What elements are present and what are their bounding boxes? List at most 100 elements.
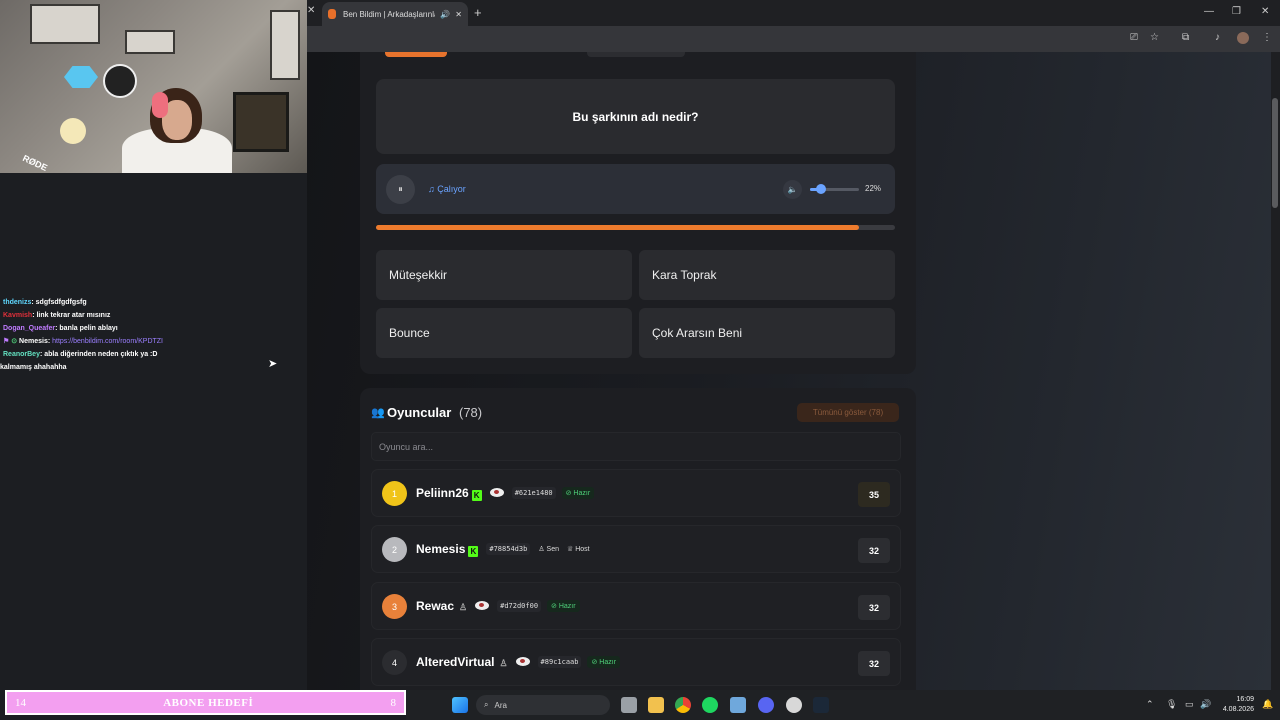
windows-start-icon[interactable] bbox=[452, 697, 468, 713]
clock-time: 16:09 bbox=[1236, 696, 1254, 703]
chat-message: ⚑ ⊙ Nemesis: https://benbildim.com/room/… bbox=[3, 338, 163, 345]
close-tab-icon[interactable]: ✕ bbox=[307, 5, 317, 21]
app-icon[interactable] bbox=[730, 697, 746, 713]
kick-icon: K bbox=[468, 546, 479, 557]
goal-title: ABONE HEDEFİ bbox=[163, 696, 254, 709]
player-name: Peliinn26 bbox=[416, 486, 469, 500]
tab-title: Ben Bildim | Arkadaşlarınla bbox=[343, 9, 436, 19]
tab-audio-icon[interactable]: 🔊 bbox=[440, 10, 450, 19]
chat-message: thdenizs: sdgfsdfgdfgsfg bbox=[3, 299, 87, 306]
player-name: AlteredVirtual bbox=[416, 655, 495, 669]
player-row[interactable]: 4 AlteredVirtual ♙ #89c1caab ⊘ Hazır 32 bbox=[371, 638, 901, 686]
answer-option-4[interactable]: Çok Ararsın Beni bbox=[639, 308, 895, 358]
avatar-pet-icon bbox=[515, 657, 530, 666]
answer-option-2[interactable]: Kara Toprak bbox=[639, 250, 895, 300]
user-icon: ♙ bbox=[459, 602, 468, 612]
player-hash: #78854d3b bbox=[486, 543, 531, 555]
taskbar-clock[interactable]: 16:09 4.08.2026 bbox=[1218, 695, 1254, 715]
player-hash: #621e1480 bbox=[511, 487, 556, 499]
avatar-pet-icon bbox=[475, 601, 490, 610]
avatar-pet-icon bbox=[489, 488, 504, 497]
kick-icon: K bbox=[471, 490, 482, 501]
player-name: Nemesis bbox=[416, 542, 466, 556]
users-icon: 👥 bbox=[371, 407, 385, 419]
discord-icon[interactable] bbox=[758, 697, 774, 713]
stream-chat: thdenizs: sdgfsdfgdfgsfg Kavmish: link t… bbox=[0, 296, 307, 374]
player-search-placeholder: Oyuncu ara... bbox=[379, 441, 434, 452]
tray-chevron-icon[interactable]: ⌃ bbox=[1146, 699, 1154, 710]
playing-status: ♫ Çalıyor bbox=[428, 184, 466, 194]
maximize-button[interactable]: ❐ bbox=[1232, 6, 1241, 17]
browser-toolbar: ⎚ ☆ ⧉ ♪ ⋮ bbox=[307, 26, 1280, 52]
chrome-icon[interactable] bbox=[675, 697, 691, 713]
player-row[interactable]: 1 Peliinn26 K #621e1480 ⊘ Hazır 35 bbox=[371, 469, 901, 517]
player-score: 32 bbox=[858, 538, 890, 563]
player-search-input[interactable]: Oyuncu ara... bbox=[371, 432, 901, 461]
players-count: (78) bbox=[459, 405, 483, 420]
host-badge: ♕ Host bbox=[567, 546, 590, 553]
rank-badge: 1 bbox=[382, 481, 407, 506]
chat-message: Dogan_Queafer: banla pelin ablayı bbox=[3, 325, 118, 332]
show-all-button[interactable]: Tümünü göster (78) bbox=[797, 403, 899, 422]
profile-avatar[interactable] bbox=[1237, 32, 1249, 44]
subscriber-goal-bar: 14 ABONE HEDEFİ 8 bbox=[5, 690, 406, 715]
volume-icon[interactable]: 🔈 bbox=[783, 180, 802, 199]
close-window-button[interactable]: ✕ bbox=[1261, 6, 1269, 17]
pause-button[interactable]: ⏸ bbox=[386, 175, 415, 204]
goal-target: 8 bbox=[390, 696, 396, 709]
network-icon[interactable]: ▭ bbox=[1185, 699, 1194, 710]
timer-indicator bbox=[385, 52, 447, 57]
answer-option-1[interactable]: Müteşekkir bbox=[376, 250, 632, 300]
taskbar-search[interactable]: ⌕ Ara bbox=[476, 695, 610, 715]
browser-tab[interactable]: Ben Bildim | Arkadaşlarınla 🔊 ✕ bbox=[322, 2, 468, 26]
song-progress-fill bbox=[376, 225, 859, 230]
player-row[interactable]: 3 Rewac ♙ #d72d0f00 ⊘ Hazır 32 bbox=[371, 582, 901, 630]
player-name: Rewac bbox=[416, 599, 455, 613]
player-hash: #89c1caab bbox=[537, 656, 582, 668]
question-text: Bu şarkının adı nedir? bbox=[376, 79, 895, 154]
extensions-icon[interactable]: ⧉ bbox=[1182, 32, 1189, 43]
spotify-icon[interactable] bbox=[702, 697, 718, 713]
rank-badge: 2 bbox=[382, 537, 407, 562]
ready-badge: ⊘ Hazır bbox=[561, 487, 595, 499]
minimize-button[interactable]: — bbox=[1204, 6, 1214, 17]
you-badge: ♙ Sen bbox=[538, 546, 559, 553]
players-title: Oyuncular bbox=[387, 405, 452, 420]
chat-message: kalmamış ahahahha bbox=[0, 364, 67, 371]
notification-icon[interactable]: 🔔 bbox=[1262, 699, 1273, 710]
close-tab-icon[interactable]: ✕ bbox=[455, 10, 462, 19]
taskbar-search-label: Ara bbox=[494, 700, 507, 710]
player-row[interactable]: 2 Nemesis K #78854d3b ♙ Sen ♕ Host 32 bbox=[371, 525, 901, 573]
player-score: 35 bbox=[858, 482, 890, 507]
clock-date: 4.08.2026 bbox=[1222, 706, 1254, 713]
webcam-feed: RØDE bbox=[0, 0, 307, 173]
goal-current: 14 bbox=[15, 696, 26, 709]
search-icon: ⌕ bbox=[484, 700, 489, 709]
player-score: 32 bbox=[858, 651, 890, 676]
ready-badge: ⊘ Hazır bbox=[587, 656, 621, 668]
player-hash: #d72d0f00 bbox=[497, 600, 542, 612]
media-control-icon[interactable]: ♪ bbox=[1215, 32, 1220, 43]
mouse-cursor-icon: ➤ bbox=[268, 358, 278, 370]
answer-option-3[interactable]: Bounce bbox=[376, 308, 632, 358]
file-explorer-icon[interactable] bbox=[648, 697, 664, 713]
player-score: 32 bbox=[858, 595, 890, 620]
menu-icon[interactable]: ⋮ bbox=[1262, 32, 1272, 43]
chat-message: Kavmish: link tekrar atar mısınız bbox=[3, 312, 111, 319]
scrollbar-thumb[interactable] bbox=[1272, 98, 1278, 208]
round-indicator bbox=[587, 52, 685, 57]
new-tab-button[interactable]: + bbox=[474, 5, 482, 20]
ready-badge: ⊘ Hazır bbox=[547, 600, 580, 612]
volume-slider-handle[interactable] bbox=[816, 184, 826, 194]
chat-message: ReanorBey: abla diğerinden neden çıktık … bbox=[3, 351, 158, 358]
steam-icon[interactable] bbox=[813, 697, 829, 713]
microphone-icon[interactable]: 🎙 bbox=[1166, 699, 1177, 710]
obs-icon[interactable] bbox=[786, 697, 802, 713]
user-icon: ♙ bbox=[499, 658, 508, 668]
bookmark-star-icon[interactable]: ☆ bbox=[1150, 32, 1159, 43]
cast-icon[interactable]: ⎚ bbox=[1130, 32, 1138, 43]
rank-badge: 4 bbox=[382, 650, 407, 675]
task-view-icon[interactable] bbox=[621, 697, 637, 713]
speaker-icon[interactable]: 🔊 bbox=[1200, 699, 1211, 710]
favicon-icon bbox=[328, 9, 336, 19]
